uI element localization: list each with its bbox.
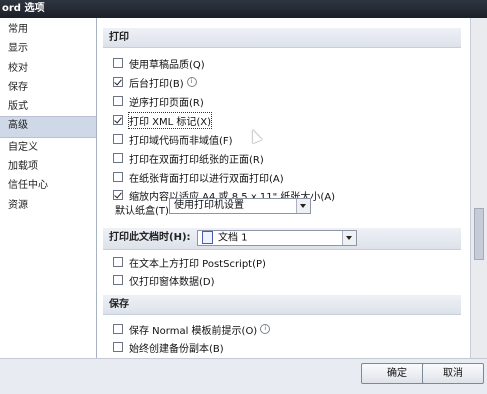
info-icon: i (260, 324, 271, 334)
dialog-footer: 确定 取消 (0, 358, 487, 394)
nav-item-common[interactable]: 常用 (0, 20, 96, 39)
field-codes-label: 打印域代码而非域值(F) (129, 135, 233, 147)
nav-item-addins[interactable]: 加载项 (0, 157, 96, 176)
postscript-label: 在文本上方打印 PostScript(P) (129, 258, 266, 270)
scale-content-checkbox[interactable] (113, 190, 123, 200)
option-reverse-order[interactable]: 逆序打印页面(R) (113, 92, 204, 110)
default-tray-label: 默认纸盒(T): (115, 206, 173, 217)
default-tray-dropdown[interactable]: 使用打印机设置 (169, 198, 311, 214)
backup-copy-label: 始终创建备份副本(B) (129, 343, 224, 355)
front-of-sheet-checkbox[interactable] (113, 153, 123, 163)
normal-template-checkbox[interactable] (113, 324, 123, 334)
default-tray-value: 使用打印机设置 (174, 200, 244, 211)
option-front-of-sheet[interactable]: 打印在双面打印纸张的正面(R) (113, 149, 264, 167)
draft-quality-checkbox[interactable] (113, 58, 123, 68)
draft-quality-label: 使用草稿品质(Q) (129, 59, 205, 71)
option-draft-quality[interactable]: 使用草稿品质(Q) (113, 54, 205, 72)
doc-select-dropdown[interactable]: 文档 1 (197, 230, 357, 246)
form-data-checkbox[interactable] (113, 275, 123, 285)
mouse-cursor-icon (247, 127, 263, 144)
window-title: ord 选项 (2, 3, 45, 14)
print-xml-tags-label: 打印 XML 标记(X) (127, 111, 213, 129)
nav-item-display[interactable]: 显示 (0, 39, 96, 58)
nav-item-save[interactable]: 保存 (0, 78, 96, 97)
title-bar: ord 选项 (0, 0, 487, 18)
word-options-dialog: ord 选项 常用 显示 校对 保存 版式 高级 自定义 加载项 信任中心 资源… (0, 0, 487, 394)
options-panel: 打印 使用草稿品质(Q) 后台打印(B) i 逆序打印页面(R) 打印 XML … (97, 18, 470, 358)
dialog-body: 常用 显示 校对 保存 版式 高级 自定义 加载项 信任中心 资源 打印 使用草… (0, 18, 487, 358)
nav-item-customize[interactable]: 自定义 (0, 138, 96, 157)
vertical-scrollbar[interactable] (470, 18, 487, 358)
option-postscript[interactable]: 在文本上方打印 PostScript(P) (113, 253, 266, 271)
category-nav: 常用 显示 校对 保存 版式 高级 自定义 加载项 信任中心 资源 (0, 18, 97, 358)
normal-template-label: 保存 Normal 模板前提示(O) (129, 325, 258, 337)
nav-item-trust-center[interactable]: 信任中心 (0, 176, 96, 195)
print-xml-tags-checkbox[interactable] (113, 115, 123, 125)
reverse-order-label: 逆序打印页面(R) (129, 97, 204, 109)
postscript-checkbox[interactable] (113, 257, 123, 267)
reverse-order-checkbox[interactable] (113, 96, 123, 106)
option-print-xml-tags[interactable]: 打印 XML 标记(X) (113, 111, 213, 129)
info-icon: i (186, 77, 197, 87)
nav-item-proofing[interactable]: 校对 (0, 59, 96, 78)
background-print-label: 后台打印(B) (129, 78, 184, 90)
document-icon (202, 231, 213, 244)
background-print-checkbox[interactable] (113, 77, 123, 87)
field-codes-checkbox[interactable] (113, 134, 123, 144)
chevron-down-icon[interactable] (296, 199, 310, 213)
nav-item-advanced[interactable]: 高级 (0, 116, 96, 138)
cancel-button[interactable]: 取消 (422, 363, 484, 384)
front-of-sheet-label: 打印在双面打印纸张的正面(R) (129, 154, 264, 166)
doc-print-label: 打印此文档时(H): (109, 232, 191, 243)
option-back-of-sheet[interactable]: 在纸张背面打印以进行双面打印(A) (113, 168, 284, 186)
doc-select-value: 文档 1 (218, 232, 248, 244)
back-of-sheet-label: 在纸张背面打印以进行双面打印(A) (129, 173, 284, 185)
form-data-label: 仅打印窗体数据(D) (129, 276, 215, 288)
back-of-sheet-checkbox[interactable] (113, 172, 123, 182)
chevron-down-icon[interactable] (342, 231, 356, 245)
nav-item-layout[interactable]: 版式 (0, 97, 96, 116)
option-backup-copy[interactable]: 始终创建备份副本(B) (113, 338, 224, 356)
option-form-data[interactable]: 仅打印窗体数据(D) (113, 271, 215, 289)
option-field-codes[interactable]: 打印域代码而非域值(F) (113, 130, 233, 148)
nav-item-resources[interactable]: 资源 (0, 196, 96, 215)
print-section-header: 打印 (103, 28, 461, 48)
backup-copy-checkbox[interactable] (113, 342, 123, 352)
option-normal-template-prompt[interactable]: 保存 Normal 模板前提示(O) i (113, 320, 271, 338)
scrollbar-thumb[interactable] (474, 208, 484, 260)
option-background-print[interactable]: 后台打印(B) i (113, 73, 197, 91)
save-section-header: 保存 (103, 295, 461, 315)
